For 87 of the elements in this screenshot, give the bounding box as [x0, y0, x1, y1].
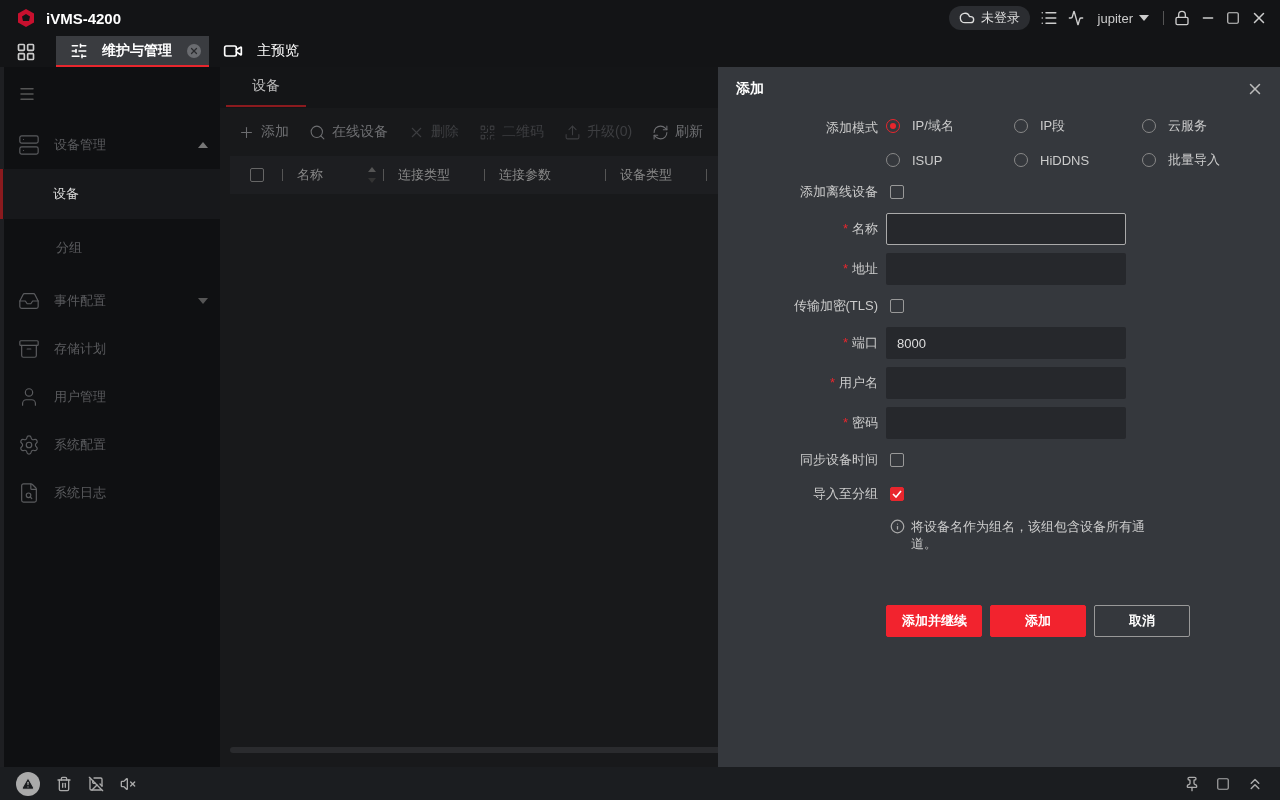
toolbar-button[interactable]: 在线设备: [309, 123, 388, 141]
field-label: 导入至分组: [812, 485, 878, 503]
caret-icon: [198, 142, 208, 148]
field-label: * 端口: [841, 334, 878, 352]
warning-icon[interactable]: [16, 771, 40, 796]
monitor-icon[interactable]: [1067, 10, 1084, 26]
upload-icon: [564, 123, 581, 141]
nav-icon: [18, 482, 40, 504]
image-off-icon[interactable]: [88, 775, 104, 792]
radio-label: IP段: [1040, 117, 1066, 135]
nav-item[interactable]: 设备管理: [4, 121, 220, 169]
user-menu[interactable]: jupiter: [1093, 10, 1153, 26]
field-label: 同步设备时间: [799, 451, 878, 469]
radio-label: 批量导入: [1168, 151, 1220, 169]
radio-label: IP/域名: [912, 117, 954, 135]
mute-icon[interactable]: [120, 775, 136, 792]
dialog-button[interactable]: 取消: [1094, 605, 1190, 637]
trash-icon[interactable]: [56, 775, 72, 792]
app-title: iVMS-4200: [46, 9, 122, 27]
radio-option[interactable]: 批量导入: [1142, 151, 1270, 169]
qr-code-icon: [479, 123, 496, 141]
list-icon[interactable]: [1039, 9, 1058, 27]
text-field[interactable]: [886, 213, 1126, 245]
field-label: * 用户名: [828, 374, 878, 392]
required-mark: *: [842, 415, 848, 430]
caret-icon: [198, 298, 208, 304]
radio-label: 云服务: [1168, 117, 1207, 135]
select-all-checkbox[interactable]: [250, 168, 264, 182]
radio-option[interactable]: IP/域名: [886, 117, 1014, 135]
column-header[interactable]: 设备类型: [606, 166, 706, 184]
nav-icon: [18, 290, 40, 312]
login-status-button[interactable]: 未登录: [948, 6, 1030, 30]
sliders-icon: [70, 41, 88, 60]
nav-icon: [18, 434, 40, 456]
nav-item[interactable]: 存储计划: [4, 325, 220, 373]
text-field[interactable]: 8000: [886, 327, 1126, 359]
window-icon[interactable]: [1216, 776, 1230, 791]
nav-icon: [18, 338, 40, 360]
field-label: * 名称: [841, 220, 878, 238]
nav-item[interactable]: 用户管理: [4, 373, 220, 421]
required-mark: *: [842, 261, 848, 276]
close-tab-icon[interactable]: [187, 43, 201, 58]
module-tab[interactable]: 主预览: [209, 36, 307, 67]
dialog-button[interactable]: 添加并继续: [886, 605, 982, 637]
nav-item[interactable]: 事件配置: [4, 277, 220, 325]
toolbar-button[interactable]: 添加: [238, 123, 289, 141]
module-tab[interactable]: 维护与管理: [56, 36, 209, 67]
cloud-icon: [958, 10, 975, 26]
column-header[interactable]: 连接类型: [384, 166, 484, 184]
search-icon: [309, 123, 326, 141]
checkbox[interactable]: [890, 453, 904, 467]
nav-subitem[interactable]: 设备: [0, 169, 220, 219]
field-label: 传输加密(TLS): [792, 297, 878, 315]
radio-option[interactable]: ISUP: [886, 151, 1014, 169]
app-logo-icon: [16, 8, 36, 28]
nav-icon: [18, 134, 40, 156]
radio-option[interactable]: IP段: [1014, 117, 1142, 135]
nav-item[interactable]: 系统日志: [4, 469, 220, 517]
caret-icon: [1139, 15, 1149, 21]
checkbox[interactable]: [890, 185, 904, 199]
menu-icon[interactable]: [18, 85, 36, 103]
info-icon: [890, 519, 905, 534]
radio-option[interactable]: HiDDNS: [1014, 151, 1142, 169]
checkbox[interactable]: [890, 487, 904, 501]
field-label: 添加模式: [825, 119, 878, 137]
radio-label: HiDDNS: [1040, 152, 1090, 168]
nav-subitem[interactable]: 分组: [0, 219, 220, 277]
dialog-button[interactable]: 添加: [990, 605, 1086, 637]
column-header[interactable]: 名称: [283, 166, 383, 184]
nav-item[interactable]: 系统配置: [4, 421, 220, 469]
maximize-icon[interactable]: [1226, 11, 1240, 25]
refresh-icon: [652, 123, 670, 141]
field-label: * 地址: [841, 260, 878, 278]
required-mark: *: [842, 335, 848, 350]
lock-icon[interactable]: [1174, 10, 1190, 26]
dialog-title: 添加: [736, 80, 764, 98]
field-label: 添加离线设备: [799, 183, 878, 201]
checkbox[interactable]: [890, 299, 904, 313]
radio-option[interactable]: 云服务: [1142, 117, 1270, 135]
required-mark: *: [842, 221, 848, 236]
required-mark: *: [829, 375, 835, 390]
field-label: * 密码: [841, 414, 878, 432]
toolbar-button[interactable]: 刷新: [652, 123, 704, 141]
pin-icon[interactable]: [1184, 775, 1200, 792]
radio-label: ISUP: [912, 152, 943, 168]
hint-text: 将设备名作为组名，该组包含设备所有通道。: [911, 518, 1146, 552]
column-header[interactable]: 连接参数: [485, 166, 605, 184]
